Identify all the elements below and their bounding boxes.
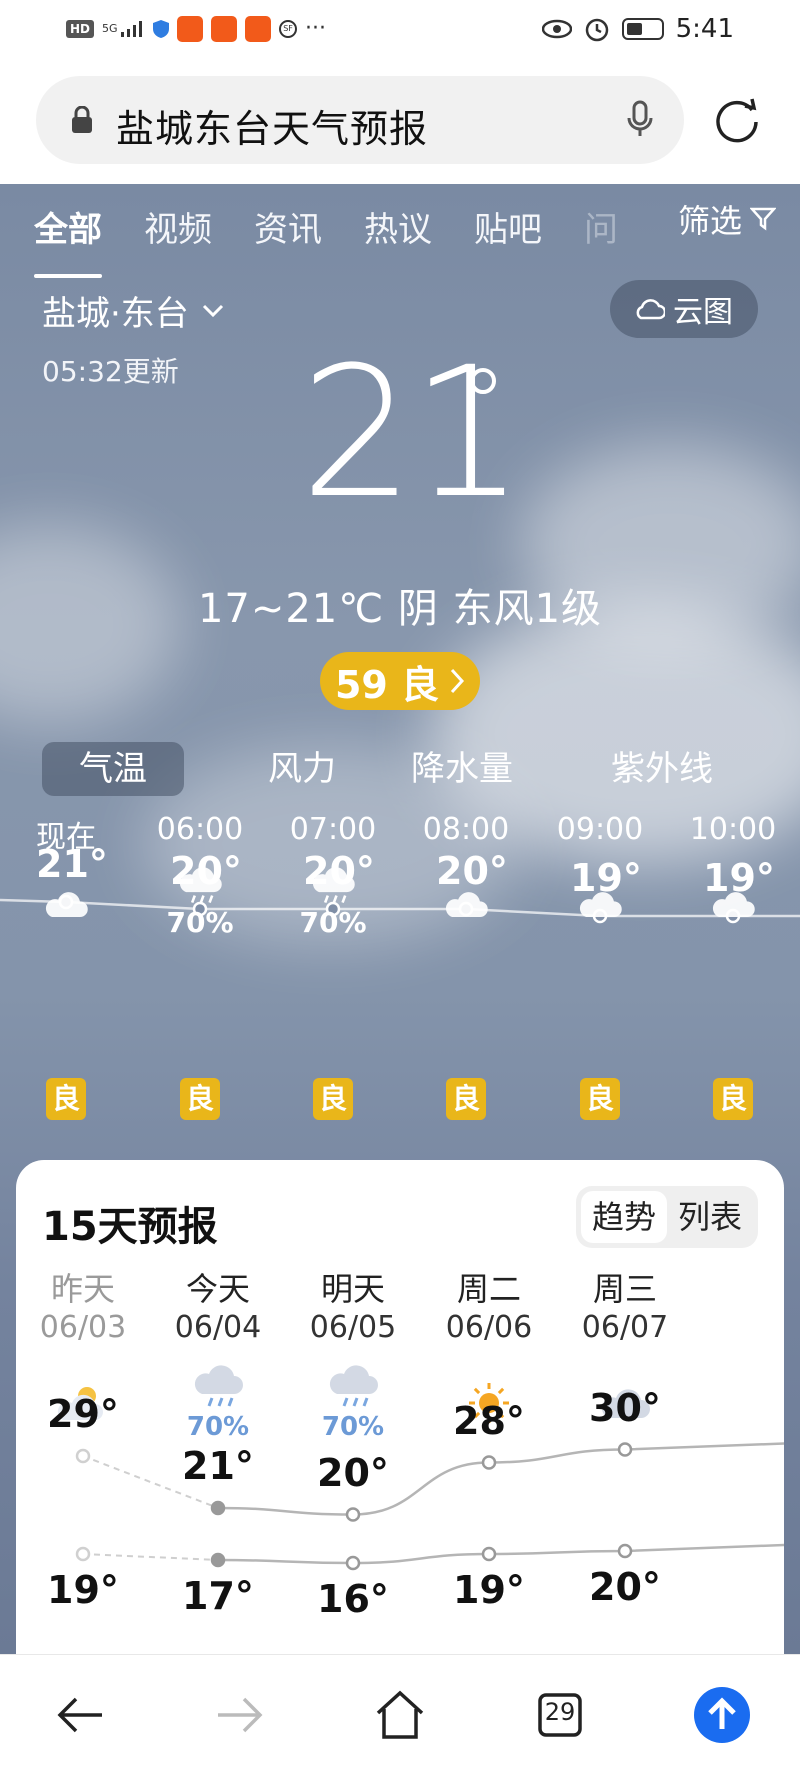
forward-icon[interactable] <box>208 1683 272 1747</box>
shield-icon <box>153 20 170 38</box>
app-notification-icon <box>177 16 204 42</box>
sf-express-icon: SF <box>279 20 298 38</box>
day-column[interactable]: 明天 06/05 70% 20° 16° <box>283 1160 423 1720</box>
hour-temperature: 20° <box>170 849 242 893</box>
rain-icon <box>325 1364 381 1410</box>
high-temperature: 29° <box>47 1392 119 1436</box>
hour-time: 09:00 <box>556 812 644 847</box>
app-notification-icon <box>245 16 272 42</box>
low-temperature: 16° <box>317 1577 389 1621</box>
microphone-icon[interactable] <box>626 100 654 140</box>
network-indicator: 5G <box>102 21 145 37</box>
air-quality-badge: 良 <box>180 1078 220 1120</box>
high-temperature: 30° <box>589 1385 661 1430</box>
status-icons-right: 5:41 <box>541 14 734 44</box>
hour-temperature: 20° <box>303 849 375 893</box>
hour-time: 06:00 <box>156 812 244 847</box>
back-icon[interactable] <box>48 1683 112 1747</box>
hour-temperature: 19° <box>570 856 642 900</box>
home-icon[interactable] <box>368 1683 432 1747</box>
refresh-icon[interactable] <box>712 96 762 146</box>
day-date: 06/03 <box>39 1310 127 1345</box>
alarm-icon <box>585 18 608 42</box>
hd-indicator: HD <box>66 20 95 38</box>
day-column[interactable]: 周三 06/07 30° 20° <box>555 1160 695 1720</box>
search-box[interactable]: 盐城东台天气预报 <box>36 76 684 164</box>
air-quality-badge: 良 <box>313 1078 353 1120</box>
search-query[interactable]: 盐城东台天气预报 <box>116 98 428 153</box>
forecast-card: 15天预报 趋势 列表 昨天 06/03 29° 19° 今天 06/04 70% 21°… <box>16 1160 784 1720</box>
day-column[interactable]: 周二 06/06 28° 19° <box>419 1160 559 1720</box>
hour-time: 08:00 <box>422 812 510 847</box>
high-temperature: 20° <box>317 1450 389 1495</box>
low-temperature: 19° <box>453 1568 525 1612</box>
day-date: 06/05 <box>309 1310 397 1345</box>
day-name: 周三 <box>592 1270 657 1308</box>
day-name: 周二 <box>456 1270 521 1308</box>
day-column[interactable]: 今天 06/04 70% 21° 17° <box>148 1160 288 1720</box>
scroll-to-top-icon[interactable] <box>690 1683 754 1747</box>
day-date: 06/07 <box>581 1310 669 1345</box>
day-name: 今天 <box>185 1270 250 1308</box>
status-bar: HD 5G SF ··· 5:41 <box>0 0 800 58</box>
precip-chance: 70% <box>299 906 367 939</box>
cloudy-icon <box>40 884 92 924</box>
tabs-button[interactable]: 29 <box>528 1683 592 1747</box>
status-icons-left: HD 5G SF ··· <box>66 16 326 42</box>
address-bar-row: 盐城东台天气预报 <box>0 58 800 184</box>
app-notification-icon <box>211 16 238 42</box>
signal-icon <box>121 21 143 37</box>
low-temperature: 19° <box>47 1568 119 1612</box>
hour-time: 10:00 <box>689 812 777 847</box>
precip-chance: 70% <box>186 1412 250 1442</box>
day-name: 明天 <box>320 1270 385 1308</box>
high-temperature: 21° <box>182 1444 254 1488</box>
hour-time: 07:00 <box>289 812 377 847</box>
temp-trend-line <box>0 898 800 918</box>
rain-icon <box>190 1364 246 1410</box>
low-temperature: 17° <box>182 1574 254 1618</box>
clock: 5:41 <box>675 14 734 44</box>
day-name: 昨天 <box>50 1270 115 1308</box>
day-column[interactable]: 昨天 06/03 29° 19° <box>13 1160 153 1720</box>
day-date: 06/06 <box>445 1310 533 1345</box>
day-date: 06/04 <box>174 1310 262 1345</box>
air-quality-badge: 良 <box>580 1078 620 1120</box>
battery-icon <box>621 18 664 40</box>
precip-chance: 70% <box>321 1412 385 1442</box>
precip-chance: 70% <box>166 906 234 939</box>
high-temperature: 28° <box>453 1398 525 1443</box>
more-notifications-icon: ··· <box>305 16 327 41</box>
tab-count: 29 <box>544 1698 576 1726</box>
air-quality-badge: 良 <box>713 1078 753 1120</box>
air-quality-badge: 良 <box>46 1078 86 1120</box>
lock-icon <box>72 106 92 133</box>
browser-bottom-nav: 29 <box>0 1654 800 1778</box>
eye-icon <box>541 19 572 39</box>
hour-temperature: 19° <box>703 856 775 900</box>
hour-temperature: 21° <box>36 842 108 886</box>
low-temperature: 20° <box>589 1565 661 1609</box>
air-quality-badge: 良 <box>446 1078 486 1120</box>
hour-temperature: 20° <box>436 849 508 893</box>
